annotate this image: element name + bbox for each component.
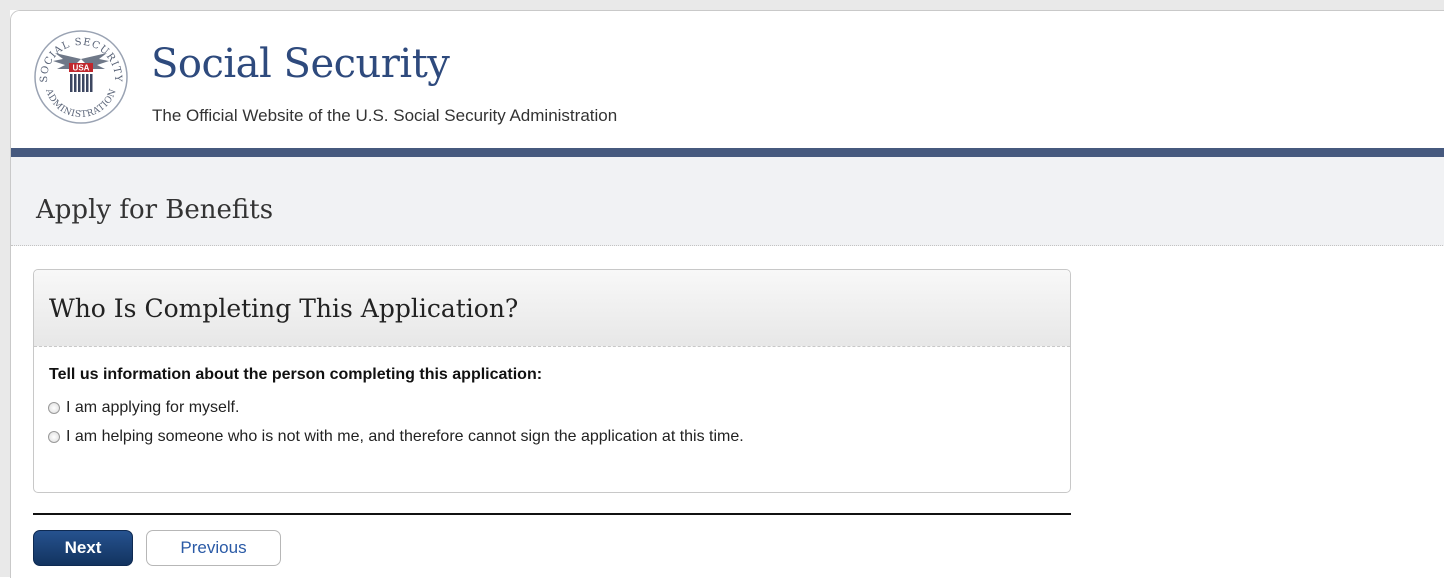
- page-title: Apply for Benefits: [36, 195, 274, 225]
- actions-divider: [33, 513, 1071, 515]
- radio-button[interactable]: [48, 431, 60, 443]
- ssa-seal-logo[interactable]: SOCIAL SECURITY ADMINISTRATION USA: [33, 29, 129, 125]
- page-heading-band: Apply for Benefits: [11, 157, 1444, 246]
- svg-text:USA: USA: [73, 64, 90, 73]
- site-title[interactable]: Social Security: [151, 41, 450, 87]
- question-panel: Who Is Completing This Application? Tell…: [33, 269, 1071, 493]
- question-prompt: Tell us information about the person com…: [49, 366, 543, 383]
- question-panel-header: Who Is Completing This Application?: [34, 270, 1070, 347]
- page-frame: SOCIAL SECURITY ADMINISTRATION USA Socia…: [10, 10, 1444, 578]
- window-chrome-top: [0, 0, 1444, 10]
- window-chrome-left: [0, 0, 10, 577]
- radio-button[interactable]: [48, 402, 60, 414]
- site-header: SOCIAL SECURITY ADMINISTRATION USA Socia…: [11, 11, 1444, 148]
- option-label: I am applying for myself.: [66, 399, 240, 416]
- previous-button[interactable]: Previous: [146, 530, 281, 566]
- option-applying-for-myself[interactable]: I am applying for myself.: [48, 398, 239, 418]
- question-heading: Who Is Completing This Application?: [49, 294, 519, 323]
- next-button[interactable]: Next: [33, 530, 133, 566]
- option-helping-someone[interactable]: I am helping someone who is not with me,…: [48, 427, 744, 447]
- site-subtitle: The Official Website of the U.S. Social …: [152, 106, 618, 125]
- option-label: I am helping someone who is not with me,…: [66, 428, 744, 445]
- header-divider-bar: [11, 148, 1444, 157]
